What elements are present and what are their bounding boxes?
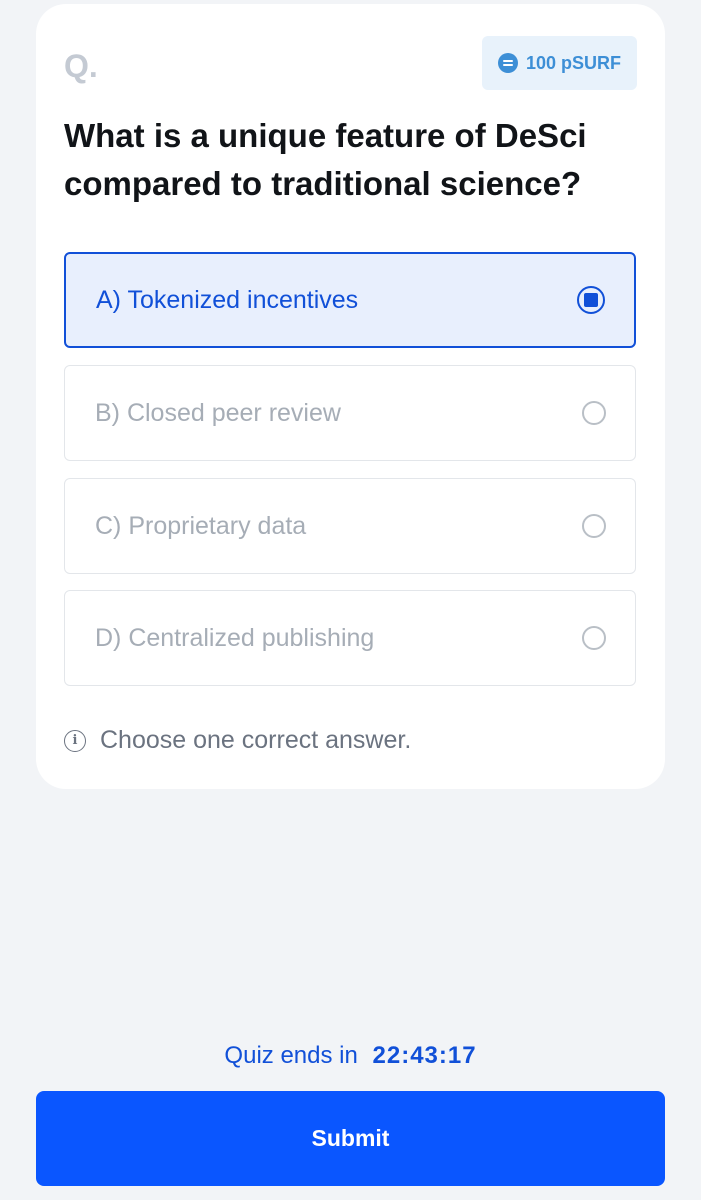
answer-option-a[interactable]: A) Tokenized incentives xyxy=(64,252,636,348)
timer-label: Quiz ends in xyxy=(224,1042,358,1069)
radio-selected-icon[interactable] xyxy=(577,286,605,314)
radio-empty-icon[interactable] xyxy=(582,401,606,425)
question-card: Q. 100 pSURF What is a unique feature of… xyxy=(36,4,665,789)
reward-badge: 100 pSURF xyxy=(481,36,637,90)
answer-hint: i Choose one correct answer. xyxy=(64,726,411,755)
answer-option-label: B) Closed peer review xyxy=(95,398,341,427)
answer-option-d[interactable]: D) Centralized publishing xyxy=(64,590,636,686)
submit-button[interactable]: Submit xyxy=(36,1091,665,1186)
answer-option-b[interactable]: B) Closed peer review xyxy=(64,365,636,461)
answer-option-c[interactable]: C) Proprietary data xyxy=(64,478,636,574)
radio-empty-icon[interactable] xyxy=(582,626,606,650)
question-marker: Q. xyxy=(64,48,98,84)
hint-text: Choose one correct answer. xyxy=(100,726,412,754)
reward-amount: 100 pSURF xyxy=(525,52,621,73)
answer-option-label: C) Proprietary data xyxy=(95,511,307,540)
answer-option-label: A) Tokenized incentives xyxy=(96,285,359,314)
question-text: What is a unique feature of DeSci compar… xyxy=(64,117,587,202)
quiz-timer: Quiz ends in 22:43:17 xyxy=(0,1042,701,1070)
timer-value: 22:43:17 xyxy=(372,1042,477,1069)
surf-coin-icon xyxy=(497,53,518,73)
info-icon: i xyxy=(64,729,86,752)
answer-option-label: D) Centralized publishing xyxy=(95,623,375,652)
radio-empty-icon[interactable] xyxy=(582,514,606,538)
